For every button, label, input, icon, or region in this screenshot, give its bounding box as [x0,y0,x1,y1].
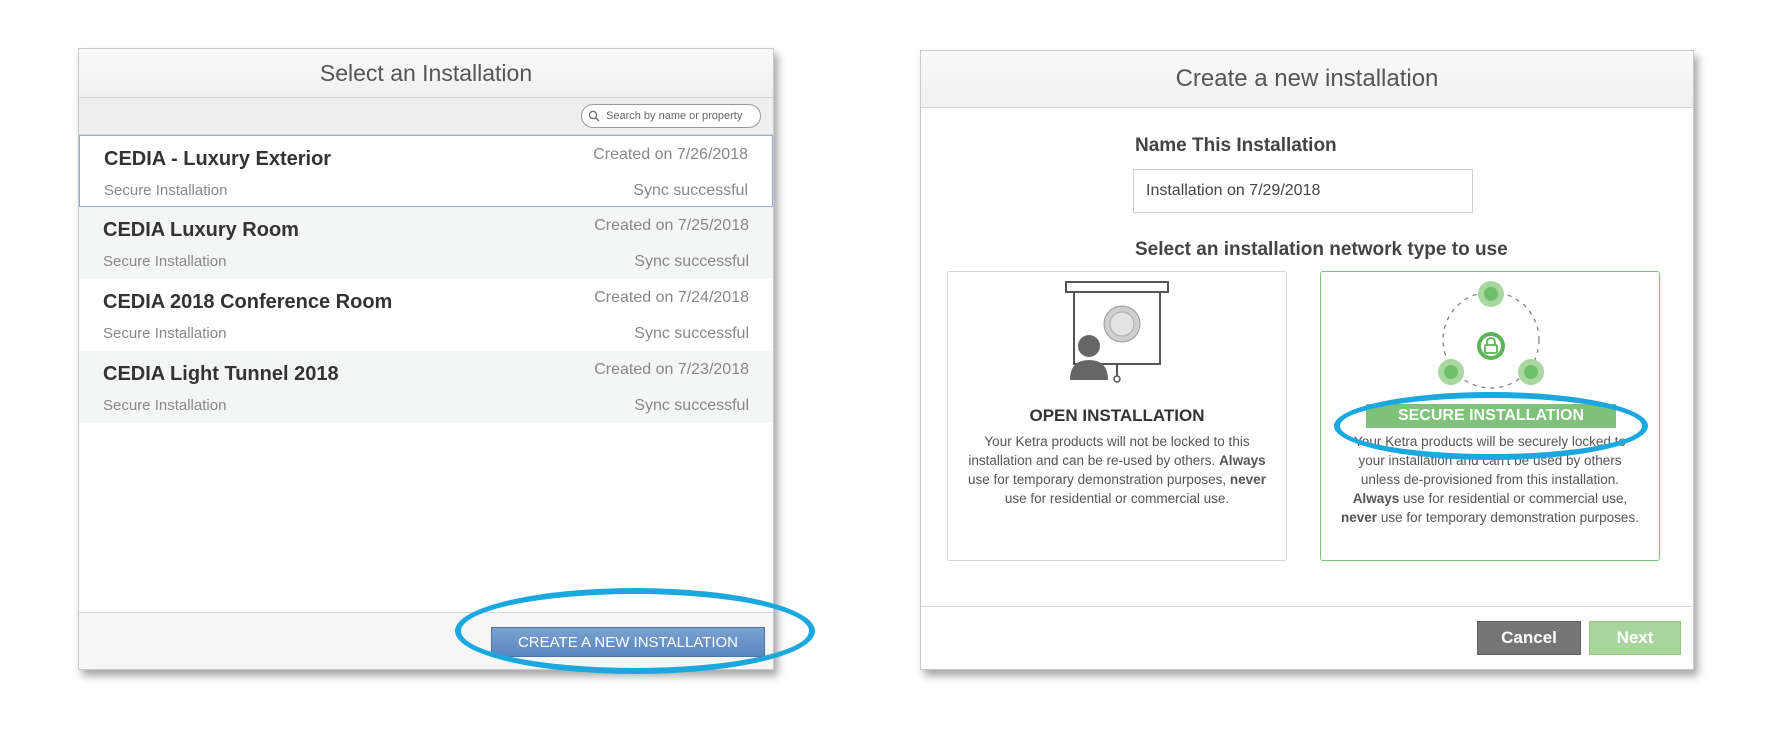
installation-sync-status: Sync successful [634,325,749,342]
installation-type: Secure Installation [103,325,227,342]
next-button[interactable]: Next [1589,621,1681,655]
search-icon [588,110,600,122]
installation-name-field[interactable] [1133,169,1473,213]
installation-name: CEDIA Light Tunnel 2018 [103,363,339,385]
installation-type: Secure Installation [103,253,227,270]
dialog-footer: Cancel Next [921,606,1693,669]
dialog-title: Select an Installation [79,49,773,98]
open-installation-description: Your Ketra products will not be locked t… [968,434,1266,506]
installation-sync-status: Sync successful [634,253,749,270]
network-type-label: Select an installation network type to u… [1135,239,1508,260]
search-bar [79,98,773,135]
highlight-ring [455,588,815,674]
installation-created-date: Created on 7/26/2018 [593,146,748,163]
highlight-ring [1334,392,1648,460]
search-box[interactable] [581,104,761,128]
installation-created-date: Created on 7/25/2018 [594,217,749,234]
search-input[interactable] [604,109,758,123]
create-installation-dialog: Create a new installation Name This Inst… [920,50,1694,670]
installation-type: Secure Installation [104,182,228,199]
installation-name: CEDIA 2018 Conference Room [103,291,393,313]
installation-list: CEDIA - Luxury Exterior Created on 7/26/… [79,135,773,423]
open-installation-title: OPEN INSTALLATION [1029,406,1205,425]
installation-row[interactable]: CEDIA 2018 Conference Room Created on 7/… [79,279,773,351]
installation-type: Secure Installation [103,397,227,414]
installation-created-date: Created on 7/23/2018 [594,361,749,378]
installation-sync-status: Sync successful [633,182,748,199]
installation-row[interactable]: CEDIA Light Tunnel 2018 Created on 7/23/… [79,351,773,423]
open-installation-card[interactable]: OPEN INSTALLATION Your Ketra products wi… [947,271,1287,561]
cancel-button[interactable]: Cancel [1477,621,1581,655]
dialog-title: Create a new installation [921,51,1693,108]
installation-row[interactable]: CEDIA - Luxury Exterior Created on 7/26/… [79,135,773,207]
presentation-screen-icon [948,280,1286,400]
secure-network-icon [1321,280,1659,400]
installation-sync-status: Sync successful [634,397,749,414]
installation-created-date: Created on 7/24/2018 [594,289,749,306]
select-installation-dialog: Select an Installation CEDIA - Luxury Ex… [78,48,774,670]
name-label: Name This Installation [1135,135,1337,156]
installation-name: CEDIA - Luxury Exterior [104,148,332,170]
installation-row[interactable]: CEDIA Luxury Room Created on 7/25/2018 S… [79,207,773,279]
installation-name: CEDIA Luxury Room [103,219,299,241]
